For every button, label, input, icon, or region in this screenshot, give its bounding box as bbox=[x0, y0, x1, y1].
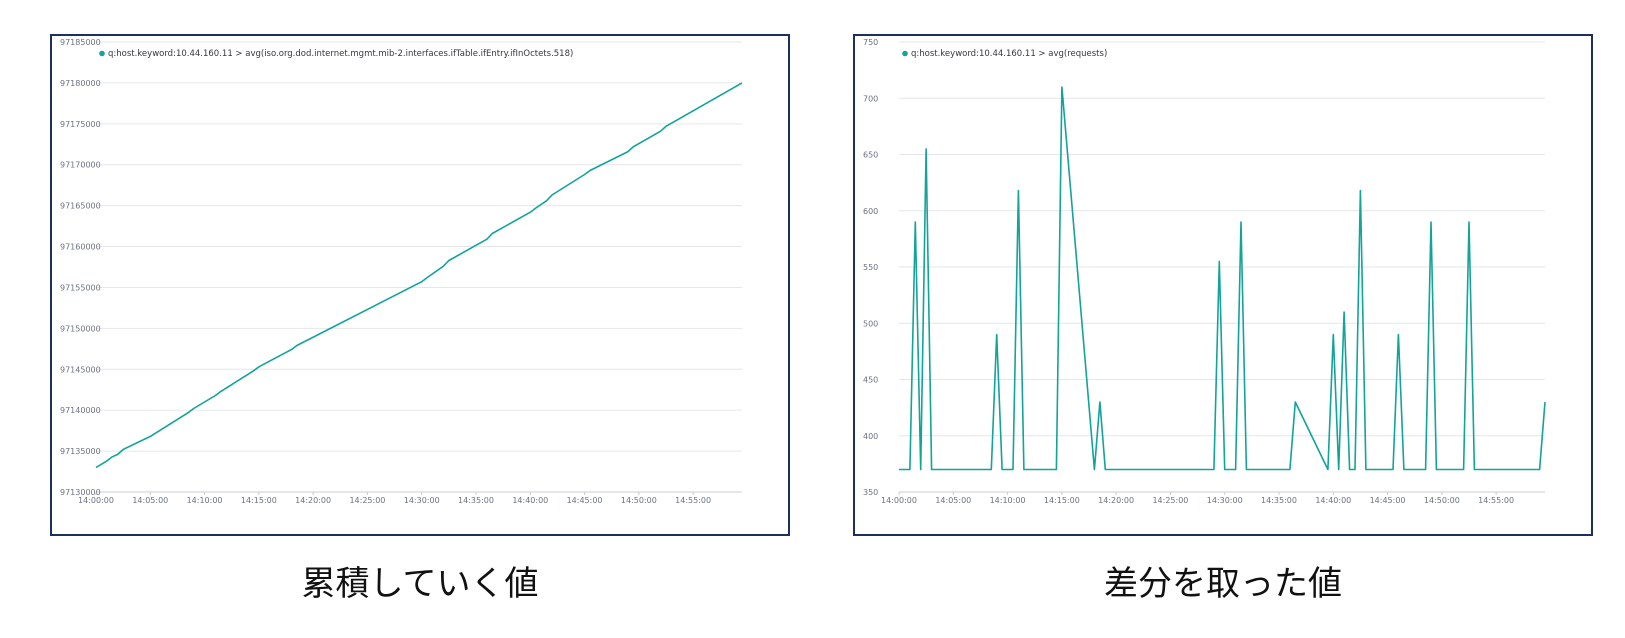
caption-cumulative: 累積していく値 bbox=[301, 564, 539, 604]
x-tick-label: 14:05:00 bbox=[935, 496, 971, 505]
y-tick-label: 97155000 bbox=[60, 283, 101, 292]
legend-swatch bbox=[99, 50, 105, 57]
y-tick-label: 750 bbox=[863, 38, 878, 47]
x-tick-label: 14:50:00 bbox=[621, 496, 657, 505]
x-tick-label: 14:00:00 bbox=[78, 496, 114, 505]
x-tick-label: 14:40:00 bbox=[512, 496, 548, 505]
y-tick-label: 97170000 bbox=[60, 161, 101, 170]
y-tick-label: 650 bbox=[863, 151, 878, 160]
legend: q:host.keyword:10.44.160.11 > avg(iso.or… bbox=[99, 49, 573, 59]
x-tick-label: 14:05:00 bbox=[132, 496, 168, 505]
y-tick-label: 550 bbox=[863, 263, 878, 272]
series-line bbox=[899, 86, 1546, 471]
y-tick-label: 97160000 bbox=[60, 243, 101, 252]
x-tick-label: 14:50:00 bbox=[1424, 496, 1460, 505]
y-tick-label: 97175000 bbox=[60, 120, 101, 129]
x-tick-label: 14:35:00 bbox=[1261, 496, 1297, 505]
x-tick-label: 14:55:00 bbox=[675, 496, 711, 505]
y-tick-label: 700 bbox=[863, 94, 878, 103]
y-tick-label: 500 bbox=[863, 319, 878, 328]
x-tick-label: 14:20:00 bbox=[295, 496, 331, 505]
x-tick-label: 14:45:00 bbox=[1370, 496, 1406, 505]
y-tick-label: 97135000 bbox=[60, 447, 101, 456]
caption-difference: 差分を取った値 bbox=[1104, 564, 1342, 604]
x-tick-label: 14:30:00 bbox=[1207, 496, 1243, 505]
y-tick-label: 400 bbox=[863, 432, 878, 441]
y-tick-label: 600 bbox=[863, 207, 878, 216]
x-tick-label: 14:25:00 bbox=[1152, 496, 1188, 505]
y-tick-label: 97140000 bbox=[60, 406, 101, 415]
legend-entry: q:host.keyword:10.44.160.11 > avg(iso.or… bbox=[108, 49, 573, 59]
y-tick-label: 450 bbox=[863, 376, 878, 385]
y-tick-label: 97150000 bbox=[60, 324, 101, 333]
y-tick-label: 97185000 bbox=[60, 38, 101, 47]
x-tick-label: 14:10:00 bbox=[187, 496, 223, 505]
x-tick-label: 14:10:00 bbox=[990, 496, 1026, 505]
x-tick-label: 14:15:00 bbox=[1044, 496, 1080, 505]
legend-entry: q:host.keyword:10.44.160.11 > avg(reques… bbox=[911, 49, 1107, 59]
x-tick-label: 14:40:00 bbox=[1315, 496, 1351, 505]
y-tick-label: 97165000 bbox=[60, 202, 101, 211]
chart-panel-cumulative: 97130000 97135000 97140000 97145000 97150000… bbox=[50, 34, 790, 536]
chart-panel-difference: 350 400 450 500 550 600 650 700 750 14:00:00 14:05… bbox=[853, 34, 1593, 536]
legend-swatch bbox=[902, 50, 908, 57]
x-tick-label: 14:00:00 bbox=[881, 496, 917, 505]
x-tick-label: 14:55:00 bbox=[1478, 496, 1514, 505]
x-tick-label: 14:25:00 bbox=[349, 496, 385, 505]
chart-difference: 350 400 450 500 550 600 650 700 750 14:00:00 14:05… bbox=[863, 38, 1546, 505]
x-tick-label: 14:15:00 bbox=[241, 496, 277, 505]
y-tick-label: 97145000 bbox=[60, 365, 101, 374]
x-tick-label: 14:30:00 bbox=[404, 496, 440, 505]
chart-cumulative: 9713000097135000971400009714500097150000… bbox=[60, 38, 743, 505]
x-tick-label: 14:35:00 bbox=[458, 496, 494, 505]
x-tick-label: 14:45:00 bbox=[567, 496, 603, 505]
y-tick-label: 350 bbox=[863, 488, 878, 497]
y-tick-label: 97180000 bbox=[60, 79, 101, 88]
legend: q:host.keyword:10.44.160.11 > avg(reques… bbox=[902, 49, 1107, 59]
x-tick-label: 14:20:00 bbox=[1098, 496, 1134, 505]
